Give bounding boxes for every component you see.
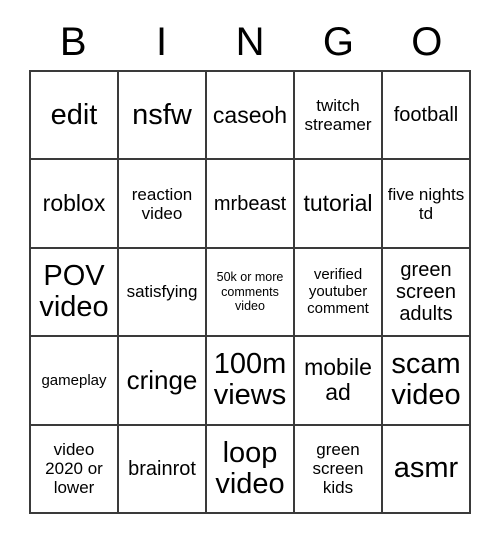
- header-letter-n: N: [235, 20, 265, 64]
- bingo-cell-label: POV video: [39, 259, 109, 323]
- bingo-cell-label: mobile ad: [304, 354, 372, 406]
- bingo-cell-label: asmr: [393, 452, 459, 485]
- header-letter-g: G: [322, 20, 354, 64]
- bingo-cell-label: tutorial: [303, 190, 373, 217]
- bingo-cell[interactable]: video 2020 or lower: [31, 425, 119, 514]
- bingo-cell[interactable]: nsfw: [119, 72, 207, 161]
- bingo-cell[interactable]: green screen kids: [295, 425, 383, 514]
- bingo-cell-label: green screen adults: [395, 258, 457, 325]
- bingo-cell-label: brainrot: [128, 457, 196, 480]
- bingo-cell[interactable]: five nights td: [383, 160, 471, 249]
- bingo-grid: edit nsfw caseoh twitch streamer footbal…: [29, 70, 471, 514]
- bingo-cell-label: nsfw: [132, 98, 192, 131]
- bingo-cell-label: twitch streamer: [304, 96, 372, 135]
- bingo-cell[interactable]: cringe: [119, 337, 207, 426]
- bingo-cell-label: video 2020 or lower: [45, 440, 103, 498]
- bingo-cell[interactable]: asmr: [383, 425, 471, 514]
- bingo-header: B I N G O: [29, 14, 471, 70]
- bingo-cell[interactable]: tutorial: [295, 160, 383, 249]
- bingo-cell[interactable]: satisfying: [119, 248, 207, 338]
- bingo-cell-label: reaction video: [131, 184, 193, 223]
- bingo-cell[interactable]: football: [383, 72, 471, 161]
- bingo-cell-label: edit: [50, 98, 98, 131]
- bingo-cell-label: caseoh: [212, 101, 288, 128]
- bingo-cell-label: verified youtuber comment: [307, 266, 369, 318]
- bingo-cell[interactable]: 100m views: [207, 337, 295, 426]
- bingo-cell[interactable]: 50k or more comments video: [207, 248, 295, 338]
- bingo-cell-label: five nights td: [387, 184, 465, 223]
- bingo-cell[interactable]: gameplay: [31, 337, 119, 426]
- bingo-cell-label: football: [393, 104, 459, 127]
- bingo-cell-label: cringe: [126, 365, 198, 396]
- bingo-cell[interactable]: brainrot: [119, 425, 207, 514]
- bingo-cell[interactable]: mobile ad: [295, 337, 383, 426]
- bingo-cell-label: 100m views: [213, 348, 287, 412]
- bingo-cell-label: green screen kids: [312, 440, 364, 498]
- bingo-cell[interactable]: caseoh: [207, 72, 295, 161]
- bingo-cell-label: satisfying: [126, 282, 198, 302]
- header-letter-b: B: [59, 20, 87, 64]
- bingo-card: B I N G O edit nsfw caseoh twitch stream…: [29, 14, 471, 514]
- header-letter-i: I: [156, 20, 168, 64]
- bingo-cell[interactable]: twitch streamer: [295, 72, 383, 161]
- bingo-cell[interactable]: POV video: [31, 248, 119, 338]
- bingo-cell[interactable]: green screen adults: [383, 248, 471, 338]
- bingo-cell-label: 50k or more comments video: [216, 270, 284, 314]
- bingo-cell[interactable]: loop video: [207, 425, 295, 514]
- bingo-cell[interactable]: reaction video: [119, 160, 207, 249]
- bingo-cell-label: roblox: [42, 190, 106, 217]
- bingo-cell[interactable]: mrbeast: [207, 160, 295, 249]
- bingo-cell[interactable]: roblox: [31, 160, 119, 249]
- bingo-cell[interactable]: edit: [31, 72, 119, 161]
- bingo-cell-label: scam video: [391, 348, 461, 412]
- bingo-cell-label: mrbeast: [213, 192, 287, 215]
- bingo-cell-label: loop video: [215, 436, 285, 500]
- bingo-cell[interactable]: verified youtuber comment: [295, 248, 383, 338]
- header-letter-o: O: [411, 20, 443, 64]
- bingo-cell[interactable]: scam video: [383, 337, 471, 426]
- bingo-cell-label: gameplay: [41, 371, 107, 389]
